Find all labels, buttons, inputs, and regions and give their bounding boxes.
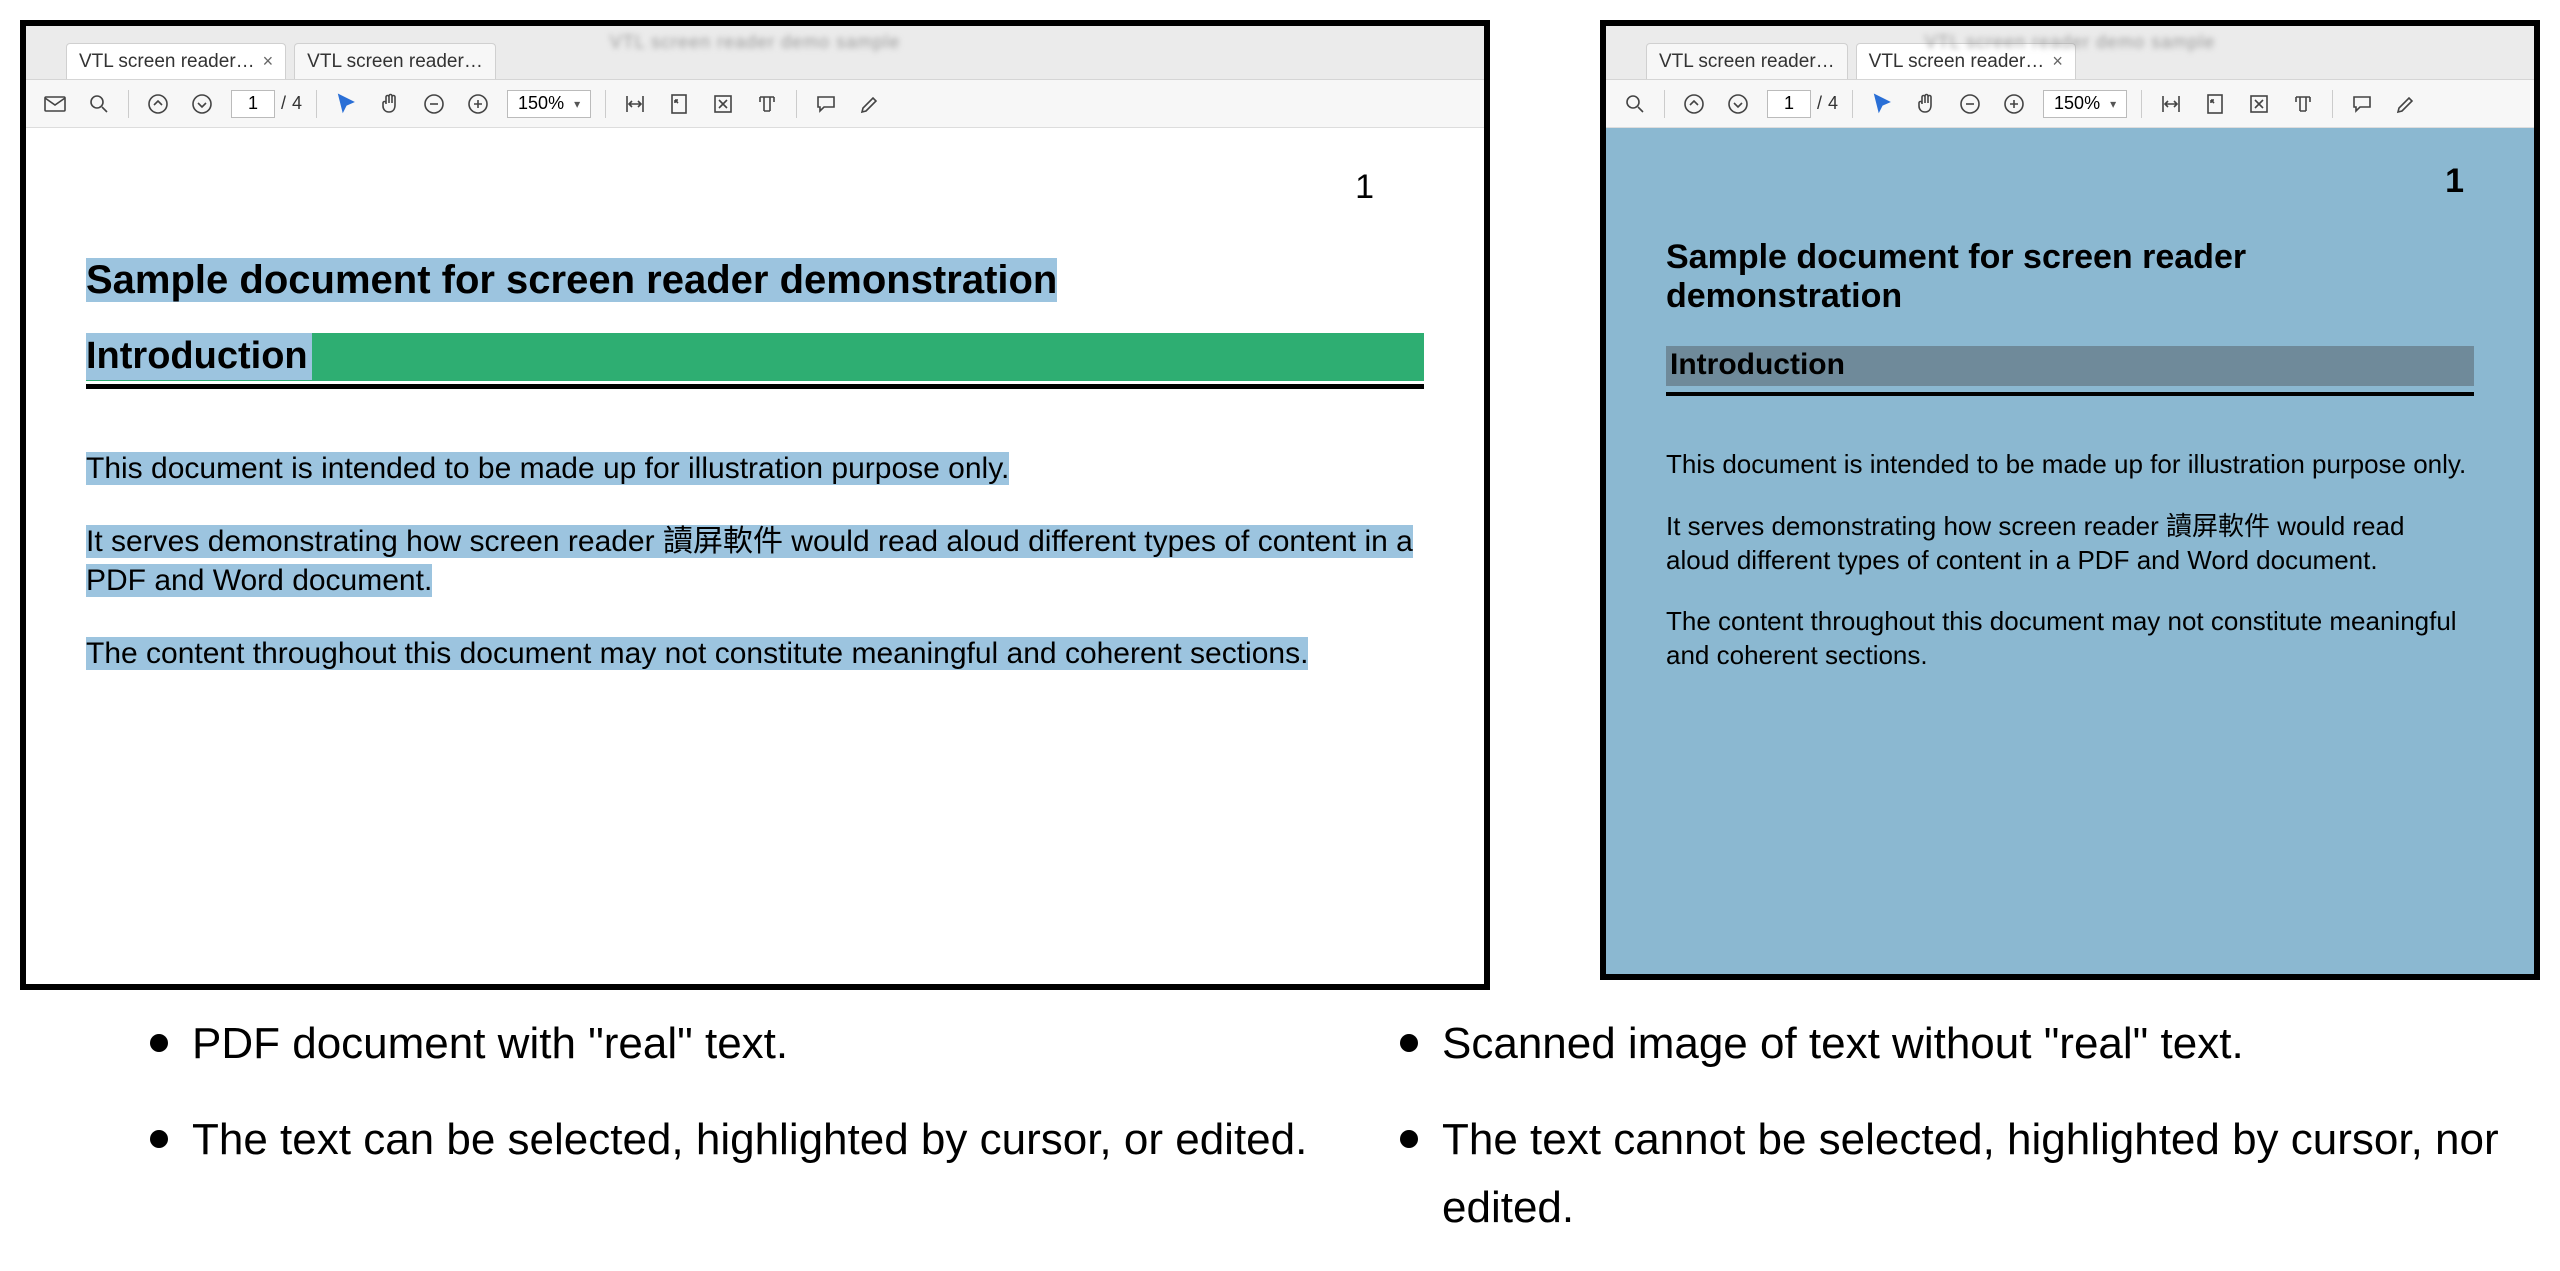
document-area[interactable]: 1 Sample document for screen reader demo… — [26, 128, 1484, 984]
rotate-icon[interactable] — [2244, 89, 2274, 119]
separator — [1852, 90, 1853, 118]
comment-icon[interactable] — [2347, 89, 2377, 119]
section-heading: Introduction — [1666, 346, 1849, 384]
heading-underline — [86, 384, 1424, 389]
caption-item: Scanned image of text without "real" tex… — [1400, 1010, 2530, 1078]
select-tool-icon[interactable] — [1867, 89, 1897, 119]
search-icon[interactable] — [84, 89, 114, 119]
separator — [128, 90, 129, 118]
heading-underline — [1666, 392, 2474, 396]
fit-page-icon[interactable] — [2200, 89, 2230, 119]
separator — [2141, 90, 2142, 118]
separator — [796, 90, 797, 118]
page-indicator: / 4 — [231, 90, 302, 118]
read-aloud-icon[interactable] — [752, 89, 782, 119]
hand-tool-icon[interactable] — [1911, 89, 1941, 119]
chevron-down-icon: ▾ — [2110, 97, 2116, 111]
zoom-in-icon[interactable] — [463, 89, 493, 119]
zoom-dropdown[interactable]: 150% ▾ — [2043, 90, 2127, 118]
page-current-input[interactable] — [1767, 90, 1811, 118]
mail-icon[interactable] — [40, 89, 70, 119]
pdf-viewer-left: VTL screen reader demo sample VTL screen… — [20, 20, 1490, 990]
section-heading-row: Introduction — [86, 333, 1424, 389]
caption-list-left: PDF document with "real" text. The text … — [150, 1010, 1430, 1202]
tab-label: VTL screen reader… — [79, 51, 255, 73]
highlight-pen-icon[interactable] — [855, 89, 885, 119]
close-icon[interactable]: × — [2052, 51, 2063, 72]
read-aloud-icon[interactable] — [2288, 89, 2318, 119]
page-current-input[interactable] — [231, 90, 275, 118]
chevron-down-icon: ▾ — [574, 97, 580, 111]
separator — [605, 90, 606, 118]
tab-1[interactable]: VTL screen reader… — [1646, 43, 1848, 79]
caption-item: PDF document with "real" text. — [150, 1010, 1430, 1078]
rotate-icon[interactable] — [708, 89, 738, 119]
page-down-icon[interactable] — [187, 89, 217, 119]
zoom-out-icon[interactable] — [1955, 89, 1985, 119]
paragraph: It serves demonstrating how screen reade… — [1666, 510, 2474, 578]
zoom-value: 150% — [2054, 93, 2100, 114]
page-sep: / — [1817, 93, 1822, 114]
caption-item: The text can be selected, highlighted by… — [150, 1106, 1430, 1174]
select-tool-icon[interactable] — [331, 89, 361, 119]
page-total: 4 — [292, 93, 302, 114]
section-heading-row: Introduction — [1666, 346, 2474, 402]
paragraph: The content throughout this document may… — [1666, 605, 2474, 673]
page-sep: / — [281, 93, 286, 114]
document-title: Sample document for screen reader demons… — [1666, 238, 2474, 316]
paragraph: The content throughout this document may… — [86, 634, 1424, 673]
highlight-pen-icon[interactable] — [2391, 89, 2421, 119]
zoom-out-icon[interactable] — [419, 89, 449, 119]
page-indicator: / 4 — [1767, 90, 1838, 118]
zoom-dropdown[interactable]: 150% ▾ — [507, 90, 591, 118]
paragraph: It serves demonstrating how screen reade… — [86, 522, 1424, 600]
page-total: 4 — [1828, 93, 1838, 114]
page-down-icon[interactable] — [1723, 89, 1753, 119]
page-number: 1 — [2445, 162, 2464, 201]
tab-label: VTL screen reader… — [307, 51, 483, 73]
pdf-viewer-right: VTL screen reader demo sample VTL screen… — [1600, 20, 2540, 980]
tab-bar: VTL screen reader demo sample VTL screen… — [26, 26, 1484, 80]
fit-width-icon[interactable] — [620, 89, 650, 119]
page-number: 1 — [1355, 168, 1374, 207]
fit-width-icon[interactable] — [2156, 89, 2186, 119]
tab-1[interactable]: VTL screen reader… × — [66, 43, 286, 79]
document-title: Sample document for screen reader demons… — [86, 258, 1424, 303]
zoom-in-icon[interactable] — [1999, 89, 2029, 119]
comment-icon[interactable] — [811, 89, 841, 119]
tab-label: VTL screen reader… — [1659, 51, 1835, 73]
window-title-blur: VTL screen reader demo sample — [610, 32, 900, 53]
close-icon[interactable]: × — [263, 51, 274, 72]
caption-list-right: Scanned image of text without "real" tex… — [1400, 1010, 2530, 1271]
hand-tool-icon[interactable] — [375, 89, 405, 119]
toolbar: / 4 150% ▾ — [1606, 80, 2534, 128]
search-icon[interactable] — [1620, 89, 1650, 119]
separator — [1664, 90, 1665, 118]
tab-label: VTL screen reader… — [1869, 51, 2045, 73]
toolbar: / 4 150% ▾ — [26, 80, 1484, 128]
page-up-icon[interactable] — [1679, 89, 1709, 119]
window-title-blur: VTL screen reader demo sample — [1925, 32, 2215, 53]
caption-item: The text cannot be selected, highlighted… — [1400, 1106, 2530, 1242]
paragraph: This document is intended to be made up … — [1666, 448, 2474, 482]
separator — [316, 90, 317, 118]
page-up-icon[interactable] — [143, 89, 173, 119]
zoom-value: 150% — [518, 93, 564, 114]
tab-2[interactable]: VTL screen reader… — [294, 43, 496, 79]
section-heading: Introduction — [86, 333, 312, 380]
fit-page-icon[interactable] — [664, 89, 694, 119]
separator — [2332, 90, 2333, 118]
document-area[interactable]: 1 Sample document for screen reader demo… — [1606, 128, 2534, 974]
tab-bar: VTL screen reader demo sample VTL screen… — [1606, 26, 2534, 80]
paragraph: This document is intended to be made up … — [86, 449, 1424, 488]
